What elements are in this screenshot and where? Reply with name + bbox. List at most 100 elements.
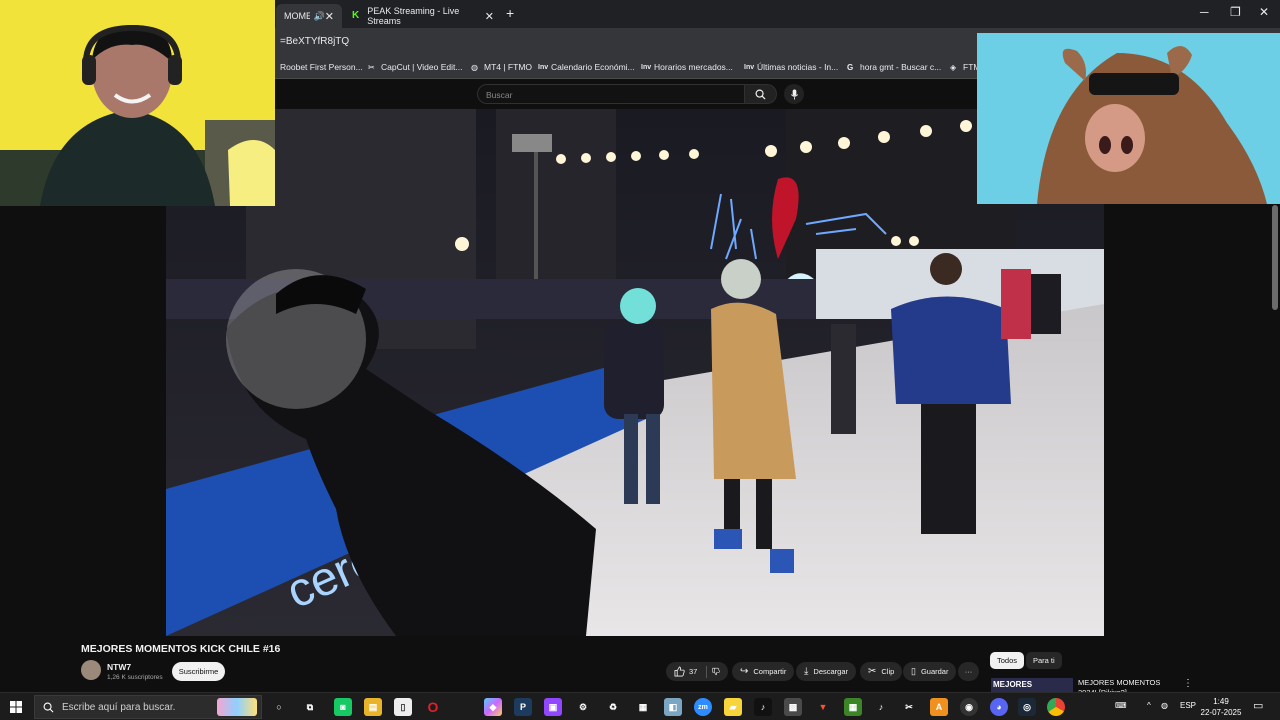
clip-button[interactable]: ✂ Clip [860,662,903,681]
new-tab-icon[interactable]: + [506,5,514,21]
investing-icon: Inv [641,63,652,71]
share-icon: ↪ [740,666,749,677]
more-actions-button[interactable]: ··· [958,662,979,681]
bookmark-item[interactable]: Inv Calendario Económi... [538,62,635,72]
brave-icon[interactable]: ▼ [814,698,832,716]
network-icon[interactable]: ◍ [1161,701,1168,710]
discord-icon[interactable]: ◕ [990,698,1008,716]
streamer-webcam-image [0,0,275,206]
minecraft-icon[interactable]: ▦ [844,698,862,716]
search-button[interactable] [745,84,777,104]
chip-para-ti[interactable]: Para ti [1026,652,1062,669]
capcut-icon[interactable]: ✂ [900,698,918,716]
windows-taskbar: Escribe aquí para buscar. ○ ⧉ ◙ ▤ ▯ O ◆ … [0,692,1280,720]
search-icon [755,89,766,100]
subscriber-count: 1,26 K suscriptores [107,674,163,681]
channel-name[interactable]: NTW7 [107,662,131,672]
divider [706,665,708,678]
bookmark-item[interactable]: Inv Últimas noticias - In... [744,62,838,72]
app-grid-icon[interactable]: ▦ [634,698,652,716]
sticky-notes-icon[interactable]: ▰ [724,698,742,716]
chip-todos[interactable]: Todos [990,652,1025,669]
app-icon[interactable]: ◙ [334,698,352,716]
voice-search-button[interactable] [784,84,804,104]
bookmark-item[interactable]: ◈ FTM [950,62,980,72]
taskbar-search[interactable]: Escribe aquí para buscar. [34,695,262,719]
google-icon: G [847,62,854,72]
clock-time: 1:49 [1213,697,1229,706]
video-frame-ice-rink: cerogra [166,109,1104,636]
scissors-icon: ✂ [868,666,877,677]
notifications-icon[interactable]: ▭ [1253,699,1263,712]
taskbar-search-placeholder: Escribe aquí para buscar. [62,701,176,713]
task-view-icon[interactable]: ⧉ [301,698,319,716]
restore-icon[interactable]: ❐ [1230,5,1241,19]
tab-label: MOMENTO [284,11,310,21]
settings-gear-icon[interactable]: ⚙ [574,698,592,716]
search-box[interactable] [477,84,745,104]
close-tab-icon[interactable]: ✕ [485,10,494,23]
save-button[interactable]: ▯ Guardar [903,662,957,681]
language-indicator[interactable]: ESP [1180,701,1196,710]
kebab-menu-icon[interactable]: ⋮ [1183,678,1193,689]
tiktok-icon[interactable]: ♪ [872,698,890,716]
keyboard-icon[interactable]: ⌨ [1115,701,1127,710]
app-p-icon[interactable]: P [514,698,532,716]
minimize-icon[interactable]: ─ [1200,5,1209,19]
search-icon [43,702,54,712]
investing-icon: Inv [538,63,549,71]
bookmark-item[interactable]: Roobet First Person... [280,62,363,72]
search-input[interactable] [478,86,744,104]
like-dislike-group: 37 [666,662,728,681]
steam-icon[interactable]: ◎ [1018,698,1036,716]
like-button[interactable]: 37 [674,666,697,677]
globe-icon: ◍ [471,62,478,72]
chevron-up-icon[interactable]: ^ [1147,701,1151,710]
app-icon[interactable]: ▩ [784,698,802,716]
notepad-icon[interactable]: ▯ [394,698,412,716]
chrome-icon[interactable] [1047,698,1065,716]
close-window-icon[interactable]: ✕ [1259,5,1269,19]
tab-label: PEAK Streaming - Live Streams [367,6,460,26]
share-button[interactable]: ↪ Compartir [732,662,795,681]
download-button[interactable]: ⤓ Descargar [796,662,857,681]
capcut-icon: ✂ [368,62,375,72]
thumbs-up-icon [674,666,685,677]
page-scrollbar[interactable] [1272,205,1278,310]
screen: MOMENTO 🔊 ✕ K PEAK Streaming - Live Stre… [0,0,1280,720]
bookmark-item[interactable]: Inv Horarios mercados... [641,62,733,72]
clock-date: 22-07-2025 [1200,708,1242,717]
video-title: MEJORES MOMENTOS KICK CHILE #16 [81,643,281,655]
app-icon[interactable]: ◧ [664,698,682,716]
microphone-icon [790,88,798,100]
bookmark-item[interactable]: ◍ MT4 | FTMO [471,62,532,72]
twitch-icon[interactable]: ▣ [544,698,562,716]
video-player[interactable]: cerogra [166,109,1104,636]
subscribe-button[interactable]: Suscribirme [172,662,225,681]
file-explorer-icon[interactable]: ▤ [364,698,382,716]
opera-icon[interactable]: O [424,698,442,716]
tiktok-icon[interactable]: ♪ [754,698,772,716]
bookmark-item[interactable]: ✂ CapCut | Video Edit... [368,62,462,72]
recycle-icon[interactable]: ♻ [604,698,622,716]
copilot-icon[interactable]: ◆ [484,698,502,716]
alf-overlay [977,33,1280,204]
bookmark-item[interactable]: Ghora gmt - Buscar c... [847,62,941,72]
ftmo-icon: ◈ [950,62,957,72]
tab-mejores-momentos[interactable]: MOMENTO 🔊 ✕ [276,4,342,28]
speaker-icon[interactable]: 🔊 [314,11,325,22]
close-tab-icon[interactable]: ✕ [325,10,334,23]
channel-avatar[interactable] [81,660,101,680]
taskbar-clock[interactable]: 1:49 22-07-2025 [1198,696,1244,718]
thumbs-down-icon[interactable] [712,666,720,677]
windows-start-icon[interactable] [10,701,22,713]
app-a-icon[interactable]: A [930,698,948,716]
like-count: 37 [689,667,698,676]
cortana-icon[interactable]: ○ [270,698,288,716]
zoom-icon[interactable]: zm [694,698,712,716]
obs-icon[interactable]: ◉ [960,698,978,716]
url-text[interactable]: =BeXTYfR8jTQ [280,36,349,47]
investing-icon: Inv [744,63,755,71]
recommended-video-thumbnail[interactable]: MEJORES MOMENTOS [991,678,1073,692]
tab-peak-streaming[interactable]: K PEAK Streaming - Live Streams ✕ [344,4,502,28]
